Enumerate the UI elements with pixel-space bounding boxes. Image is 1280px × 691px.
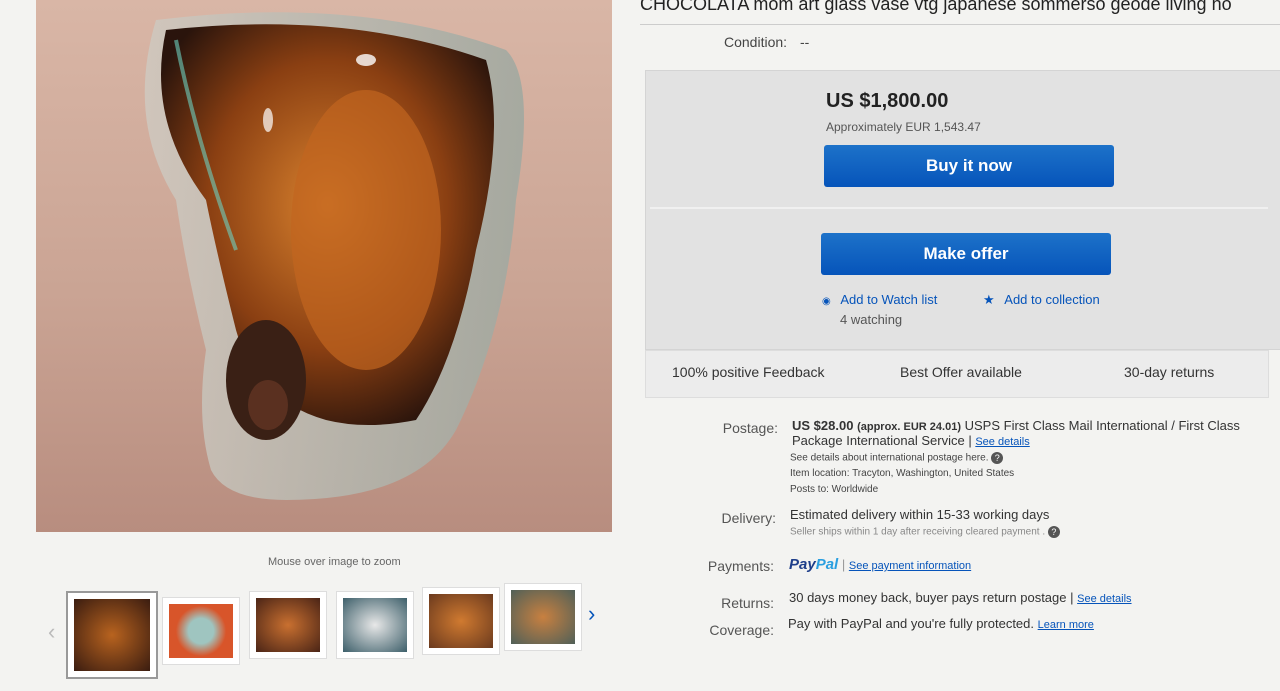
buy-box bbox=[645, 70, 1280, 350]
feature-feedback: 100% positive Feedback bbox=[672, 364, 825, 380]
watching-count: 4 watching bbox=[840, 312, 903, 327]
postage-approx: (approx. EUR 24.01) bbox=[857, 421, 961, 433]
collection-label: Add to collection bbox=[1004, 292, 1100, 307]
buy-box-divider bbox=[650, 207, 1268, 209]
paypal-logo: PayPal bbox=[789, 556, 839, 573]
delivery-value: Estimated delivery within 15-33 working … bbox=[790, 507, 1050, 522]
condition-label: Condition: bbox=[724, 34, 788, 50]
main-product-image[interactable] bbox=[36, 0, 612, 532]
delivery-note: Seller ships within 1 day after receivin… bbox=[790, 526, 1060, 538]
price: US $1,800.00 bbox=[826, 90, 949, 112]
title-divider bbox=[640, 24, 1280, 25]
condition-value: -- bbox=[800, 34, 810, 50]
watchlist-label: Add to Watch list bbox=[840, 292, 938, 307]
star-icon: ★ bbox=[983, 292, 995, 307]
price-approx: Approximately EUR 1,543.47 bbox=[826, 120, 981, 134]
thumbnail-6[interactable] bbox=[504, 583, 582, 651]
delivery-label: Delivery: bbox=[721, 510, 776, 526]
thumbnail-strip: ‹ › bbox=[44, 583, 614, 683]
postage-service-2: Package International Service | bbox=[792, 433, 972, 448]
feature-best-offer: Best Offer available bbox=[900, 364, 1022, 380]
add-to-watchlist-link[interactable]: ◉ Add to Watch list bbox=[822, 292, 937, 307]
buy-now-button[interactable]: Buy it now bbox=[824, 145, 1114, 187]
intl-postage-text: See details about international postage … bbox=[790, 452, 989, 464]
coverage-value: Pay with PayPal and you're fully protect… bbox=[788, 616, 1094, 631]
thumbnail-2[interactable] bbox=[162, 597, 240, 665]
returns-label: Returns: bbox=[721, 595, 774, 611]
thumbnail-5[interactable] bbox=[422, 587, 500, 655]
payment-methods: PayPal | See payment information bbox=[789, 556, 972, 573]
postage-service: USPS First Class Mail International / Fi… bbox=[964, 418, 1240, 433]
postage-value: US $28.00 (approx. EUR 24.01) USPS First… bbox=[792, 418, 1272, 448]
delivery-note-text: Seller ships within 1 day after receivin… bbox=[790, 526, 1046, 538]
returns-see-details-link[interactable]: See details bbox=[1077, 593, 1131, 605]
coverage-label: Coverage: bbox=[709, 622, 774, 638]
help-icon[interactable]: ? bbox=[991, 452, 1004, 464]
listing-title: CHOCOLATA mom art glass vase vtg japanes… bbox=[640, 0, 1232, 14]
payment-info-link[interactable]: See payment information bbox=[849, 560, 971, 572]
help-icon[interactable]: ? bbox=[1047, 526, 1060, 538]
thumbnail-1[interactable] bbox=[66, 591, 158, 679]
zoom-hint: Mouse over image to zoom bbox=[268, 556, 401, 568]
thumbnail-3[interactable] bbox=[249, 591, 327, 659]
postage-label: Postage: bbox=[722, 420, 778, 436]
add-to-collection-link[interactable]: ★ Add to collection bbox=[983, 292, 1100, 308]
returns-value: 30 days money back, buyer pays return po… bbox=[789, 590, 1132, 605]
eye-icon: ◉ bbox=[822, 296, 831, 307]
thumbnail-next-arrow[interactable]: › bbox=[588, 601, 595, 627]
make-offer-button[interactable]: Make offer bbox=[821, 233, 1111, 275]
postage-price: US $28.00 bbox=[792, 418, 854, 433]
feature-returns: 30-day returns bbox=[1124, 364, 1215, 380]
item-location: Item location: Tracyton, Washington, Uni… bbox=[790, 468, 1015, 479]
postage-see-details-link[interactable]: See details bbox=[975, 436, 1029, 448]
returns-text: 30 days money back, buyer pays return po… bbox=[789, 590, 1074, 605]
coverage-text: Pay with PayPal and you're fully protect… bbox=[788, 616, 1035, 631]
thumbnail-prev-arrow[interactable]: ‹ bbox=[48, 619, 55, 645]
payments-label: Payments: bbox=[707, 558, 774, 574]
intl-postage-note: See details about international postage … bbox=[790, 452, 1004, 464]
thumbnail-4[interactable] bbox=[336, 591, 414, 659]
learn-more-link[interactable]: Learn more bbox=[1038, 619, 1094, 631]
posts-to: Posts to: Worldwide bbox=[790, 484, 879, 495]
